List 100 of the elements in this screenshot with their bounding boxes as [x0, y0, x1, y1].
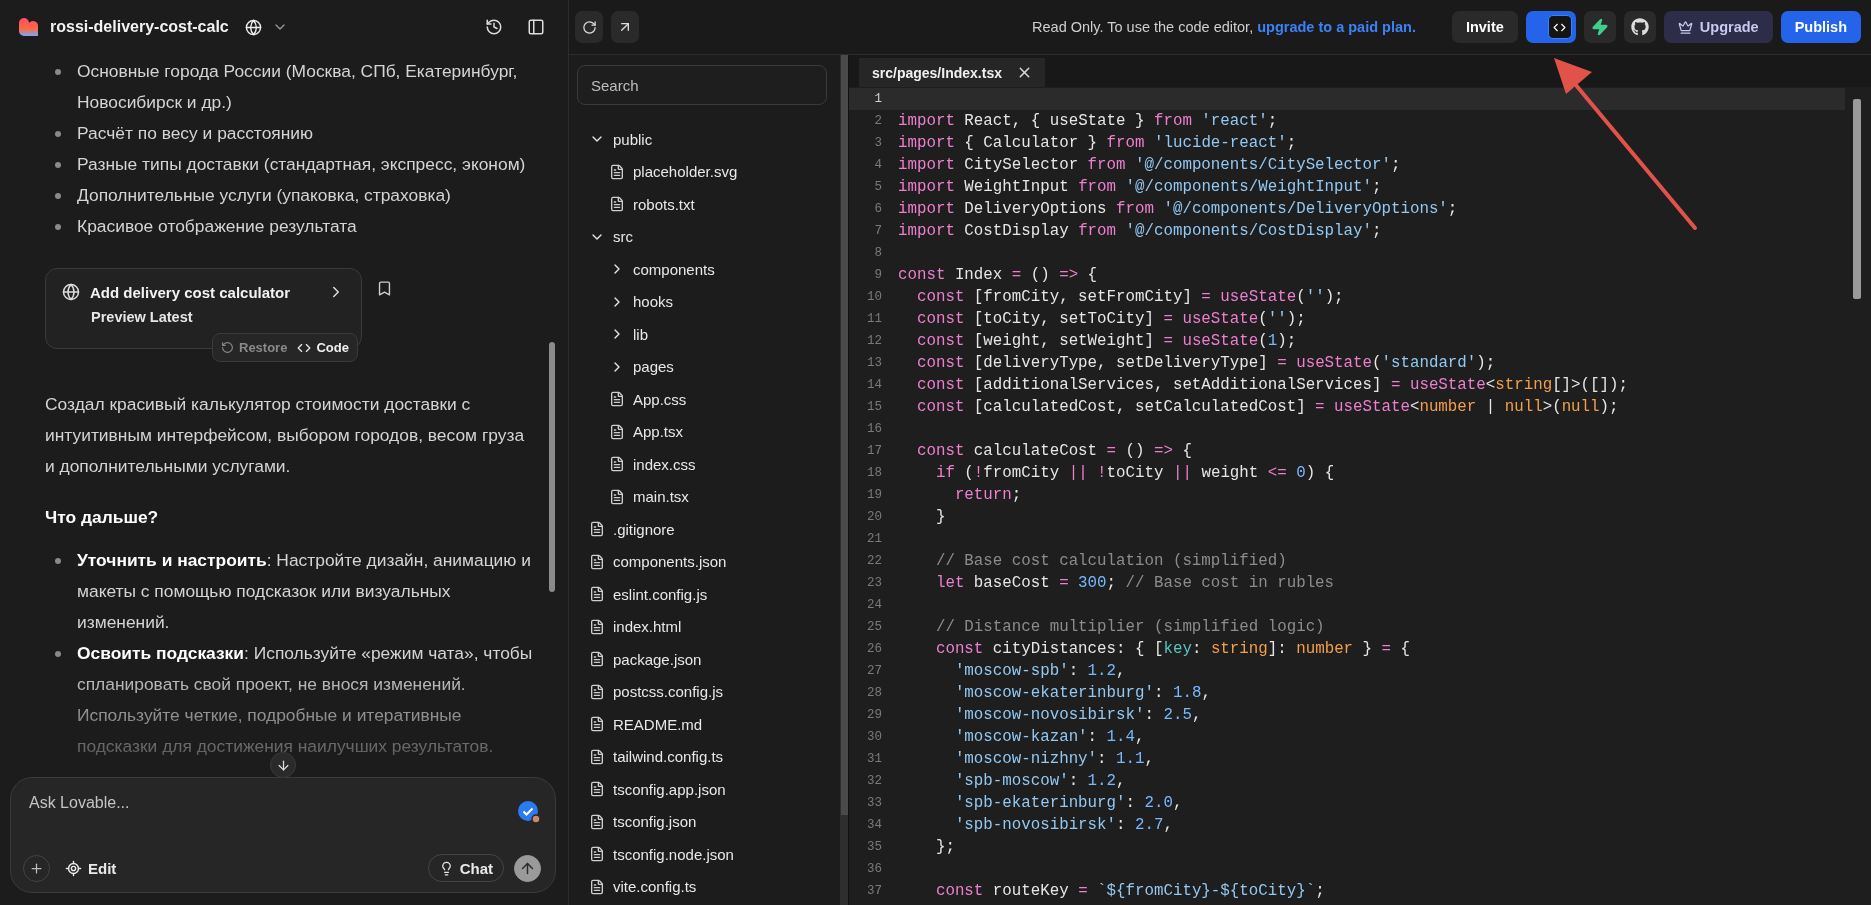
code-line: const calculateCost = () => {: [915, 442, 1192, 460]
file-item[interactable]: tsconfig.app.json: [577, 773, 835, 806]
file-item[interactable]: tailwind.config.ts: [577, 740, 835, 773]
line-number: 16: [866, 422, 883, 436]
bookmark-icon[interactable]: [376, 280, 393, 297]
bolt-icon: [1590, 18, 1609, 36]
refresh-button[interactable]: [575, 11, 603, 43]
file-item[interactable]: tsconfig.node.json: [577, 838, 835, 871]
line-number: 22: [866, 554, 883, 568]
file-item[interactable]: tsconfig.json: [577, 805, 835, 838]
line-number: 5: [873, 180, 883, 194]
file-item[interactable]: .gitignore: [577, 513, 835, 546]
file-icon: [609, 423, 625, 440]
line-number: 31: [866, 752, 883, 766]
code-view-toggle[interactable]: [1525, 11, 1576, 43]
file-item[interactable]: components.json: [577, 545, 835, 578]
send-button[interactable]: [514, 854, 541, 882]
feature-text: Разные типы доставки (стандартная, экспресс, эконом): [77, 153, 526, 176]
code-line: // Distance multiplier (simplified logic): [934, 618, 1325, 636]
file-item[interactable]: main.tsx: [597, 480, 835, 513]
line-number: 29: [866, 708, 883, 722]
line-number: 21: [866, 532, 883, 546]
github-button[interactable]: [1623, 11, 1656, 43]
code-line: 'moscow-kazan': 1.4,: [953, 728, 1145, 746]
file-icon: [589, 813, 605, 830]
line-number: 14: [866, 378, 883, 392]
editor-tab[interactable]: src/pages/Index.tsx: [859, 58, 1045, 87]
line-number: 37: [866, 884, 883, 898]
code-line: 'moscow-ekaterinburg': 1.8,: [953, 684, 1211, 702]
code-line: const cityDistances: { [key: string]: number } = {: [934, 640, 1410, 658]
feature-text: Основные города России (Москва, СПб, Екатеринбург, Новосибирск и др.): [77, 60, 519, 114]
feature-text: Расчёт по весу и расстоянию: [77, 122, 314, 145]
code-line: const [deliveryType, setDeliveryType] = useState('standard');: [915, 354, 1496, 372]
file-item[interactable]: App.css: [597, 383, 835, 416]
bullet-icon: [55, 193, 61, 199]
folder-item[interactable]: lib: [597, 318, 835, 351]
file-item[interactable]: index.html: [577, 610, 835, 643]
line-number: 26: [866, 642, 883, 656]
line-number: 18: [866, 466, 883, 480]
code-line: 'spb-ekaterinburg': 2.0,: [953, 794, 1183, 812]
line-number: 27: [866, 664, 883, 678]
file-icon: [589, 553, 605, 570]
logo-icon: [18, 16, 40, 38]
bolt-button[interactable]: [1583, 11, 1616, 43]
line-number: 15: [866, 400, 883, 414]
tip-text: Уточнить и настроить: Настройте дизайн, анимацию и макеты с помощью подсказок или визуальных изменений.: [77, 549, 532, 634]
code-line: // Base cost calculation (simplified): [934, 552, 1287, 570]
bullet-icon: [55, 558, 61, 564]
file-item[interactable]: package.json: [577, 643, 835, 676]
file-item[interactable]: vite.config.ts: [577, 870, 835, 903]
scrollbar[interactable]: [841, 55, 848, 815]
avatar-check-icon: [517, 800, 541, 824]
line-number: 36: [866, 862, 883, 876]
upgrade-link[interactable]: upgrade to a paid plan.: [1257, 19, 1416, 35]
file-item[interactable]: placeholder.svg: [597, 155, 835, 188]
search-field[interactable]: Search: [577, 65, 827, 105]
tip-text: Освоить подсказки: Используйте «режим чата», чтобы спланировать свой проект, не внося изменений. Используйте четкие, подробные и итеративные подсказки для достижения наилучших результатов.: [77, 642, 534, 758]
code-line: if (!fromCity || !toCity || weight <= 0) {: [934, 464, 1335, 482]
edit-button[interactable]: Edit: [60, 854, 122, 882]
file-item[interactable]: README.md: [577, 708, 835, 741]
folder-item[interactable]: pages: [597, 350, 835, 383]
code-line: const routeKey = `${fromCity}-${toCity}`;: [934, 882, 1325, 900]
file-icon: [589, 781, 605, 798]
folder-item[interactable]: components: [597, 253, 835, 286]
section-heading: Что дальше?: [45, 506, 160, 529]
read-only-notice: Read Only. To use the code editor, upgrade to a paid plan.: [1032, 19, 1416, 35]
file-icon: [609, 488, 625, 505]
code-line: import CitySelector from '@/components/CitySelector';: [898, 156, 1401, 174]
upgrade-button[interactable]: Upgrade: [1663, 11, 1773, 43]
message-field[interactable]: Ask Lovable...: [29, 794, 517, 812]
file-item[interactable]: index.css: [597, 448, 835, 481]
publish-button[interactable]: Publish: [1780, 11, 1861, 43]
code-line: import { Calculator } from 'lucide-react';: [898, 134, 1297, 152]
line-number: 33: [866, 796, 883, 810]
invite-button[interactable]: Invite: [1451, 11, 1518, 43]
code-line: };: [934, 838, 955, 856]
line-number: 1: [873, 92, 883, 106]
github-icon: [1630, 18, 1649, 36]
file-item[interactable]: robots.txt: [597, 188, 835, 221]
history-icon: [485, 18, 503, 36]
file-item[interactable]: postcss.config.js: [577, 675, 835, 708]
line-number: 23: [866, 576, 883, 590]
refresh-icon: [581, 19, 597, 35]
file-icon: [589, 586, 605, 603]
line-number: 19: [866, 488, 883, 502]
folder-item[interactable]: public: [577, 123, 835, 156]
file-icon: [589, 618, 605, 635]
globe-icon[interactable]: [244, 18, 262, 36]
file-item[interactable]: App.tsx: [597, 415, 835, 448]
file-item[interactable]: eslint.config.js: [577, 578, 835, 611]
scrollbar[interactable]: [1853, 99, 1861, 299]
folder-item[interactable]: src: [577, 220, 835, 253]
line-number: 9: [873, 268, 883, 282]
line-number: 3: [873, 136, 883, 150]
code-line: const [fromCity, setFromCity] = useState('');: [915, 288, 1344, 306]
scrollbar[interactable]: [549, 342, 555, 592]
code-icon: [1547, 15, 1572, 39]
folder-item[interactable]: hooks: [597, 285, 835, 318]
code-line: import React, { useState } from 'react';: [898, 112, 1278, 130]
open-external-button[interactable]: [611, 11, 639, 43]
